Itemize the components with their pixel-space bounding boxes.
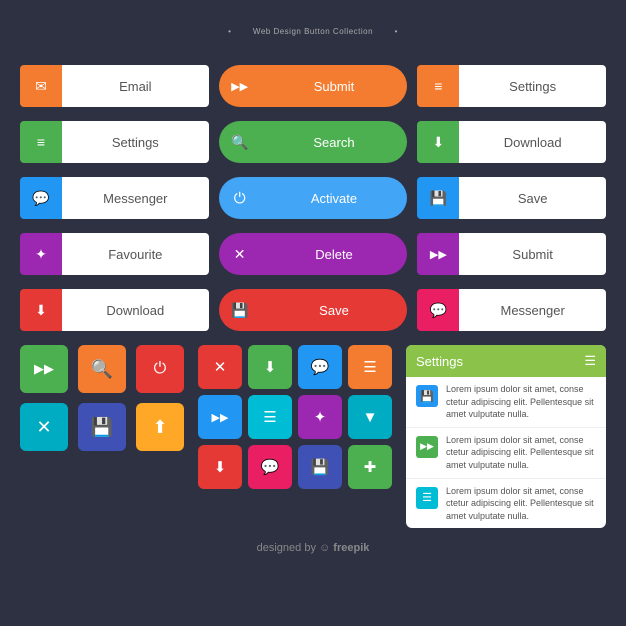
submit-button-1[interactable]: ▶▶ Submit	[219, 65, 408, 107]
mid-settings-btn[interactable]: ☰	[248, 395, 292, 439]
favourite-label: Favourite	[62, 233, 209, 275]
submit-label-1: Submit	[261, 65, 408, 107]
settings-item-1-text: Lorem ipsum dolor sit amet, conse ctetur…	[446, 383, 596, 421]
search-icon: 🔍	[219, 121, 261, 163]
settings-card-title: Settings	[416, 354, 463, 369]
footer: designed by ☺ freepik	[20, 542, 606, 554]
submit-icon-2: ▶▶	[417, 233, 459, 275]
footer-brand: freepik	[333, 542, 369, 554]
email-label: Email	[62, 65, 209, 107]
sq-save-btn[interactable]: 💾	[78, 403, 126, 451]
settings-item-3: ☰ Lorem ipsum dolor sit amet, conse ctet…	[406, 479, 606, 529]
save-button-pill[interactable]: 💾 Save	[219, 289, 408, 331]
settings-item-2-text: Lorem ipsum dolor sit amet, conse ctetur…	[446, 434, 596, 472]
mid-forward-btn[interactable]: ▶▶	[198, 395, 242, 439]
sq-forward-btn[interactable]: ▶▶	[20, 345, 68, 393]
settings-label-2: Settings	[62, 121, 209, 163]
submit-icon-1: ▶▶	[219, 65, 261, 107]
small-buttons-area: ▶▶ 🔍 ⏻ ✕ 💾 ⬆	[20, 345, 184, 528]
submit-button-2[interactable]: ▶▶ Submit	[417, 233, 606, 275]
title-dot-right: •	[395, 27, 398, 36]
messenger-label-2: Messenger	[459, 289, 606, 331]
settings-card-header: Settings ☰	[406, 345, 606, 377]
settings-item-2: ▶▶ Lorem ipsum dolor sit amet, conse cte…	[406, 428, 606, 479]
mid-close-btn[interactable]: ✕	[198, 345, 242, 389]
email-icon: ✉	[20, 65, 62, 107]
mid-chat-btn[interactable]: 💬	[298, 345, 342, 389]
mid-dl-btn[interactable]: ⬇	[198, 445, 242, 489]
activate-icon: ⏻	[219, 177, 261, 219]
download-label-1: Download	[459, 121, 606, 163]
settings-item-3-icon: ☰	[416, 487, 438, 509]
download-label-2: Download	[62, 289, 209, 331]
download-icon-2: ⬇	[20, 289, 62, 331]
mid-menu-btn[interactable]: ☰	[348, 345, 392, 389]
messenger-icon-2: 💬	[417, 289, 459, 331]
download-icon-1: ⬇	[417, 121, 459, 163]
delete-label: Delete	[261, 233, 408, 275]
activate-label: Activate	[261, 177, 408, 219]
save-label-pill: Save	[261, 289, 408, 331]
middle-icon-grid: ✕ ⬇ 💬 ☰ ▶▶ ☰ ✦ ▼ ⬇ 💬 💾 ✚	[198, 345, 392, 528]
sq-upload-btn[interactable]: ⬆	[136, 403, 184, 451]
mid-plus-btn[interactable]: ✚	[348, 445, 392, 489]
button-row-2: ≡ Settings 🔍 Search ⬇ Download	[20, 121, 606, 163]
save-label-1: Save	[459, 177, 606, 219]
title-main: Web Design Button Collection	[253, 27, 373, 36]
settings-button-2[interactable]: ≡ Settings	[20, 121, 209, 163]
settings-item-1: 💾 Lorem ipsum dolor sit amet, conse ctet…	[406, 377, 606, 428]
mid-star-btn[interactable]: ✦	[298, 395, 342, 439]
submit-label-2: Submit	[459, 233, 606, 275]
settings-item-2-icon: ▶▶	[416, 436, 438, 458]
sq-search-btn[interactable]: 🔍	[78, 345, 126, 393]
email-button[interactable]: ✉ Email	[20, 65, 209, 107]
favourite-button[interactable]: ✦ Favourite	[20, 233, 209, 275]
download-button-1[interactable]: ⬇ Download	[417, 121, 606, 163]
button-row-4: ✦ Favourite ✕ Delete ▶▶ Submit	[20, 233, 606, 275]
search-label: Search	[261, 121, 408, 163]
settings-label-1: Settings	[459, 65, 606, 107]
mid-download-btn[interactable]: ⬇	[248, 345, 292, 389]
settings-icon-2: ≡	[20, 121, 62, 163]
messenger-icon-1: 💬	[20, 177, 62, 219]
button-row-3: 💬 Messenger ⏻ Activate 💾 Save	[20, 177, 606, 219]
favourite-icon: ✦	[20, 233, 62, 275]
settings-card: Settings ☰ 💾 Lorem ipsum dolor sit amet,…	[406, 345, 606, 528]
settings-button-1[interactable]: ≡ Settings	[417, 65, 606, 107]
button-row-5: ⬇ Download 💾 Save 💬 Messenger	[20, 289, 606, 331]
button-row-1: ✉ Email ▶▶ Submit ≡ Settings	[20, 65, 606, 107]
settings-card-menu-icon[interactable]: ☰	[584, 353, 596, 369]
messenger-button-1[interactable]: 💬 Messenger	[20, 177, 209, 219]
save-icon-pill: 💾	[219, 289, 261, 331]
footer-text: designed by ☺	[257, 542, 334, 554]
search-button[interactable]: 🔍 Search	[219, 121, 408, 163]
page-title: • Web Design Button Collection •	[20, 20, 606, 41]
mid-msg-btn[interactable]: 💬	[248, 445, 292, 489]
delete-icon: ✕	[219, 233, 261, 275]
messenger-button-2[interactable]: 💬 Messenger	[417, 289, 606, 331]
save-icon-1: 💾	[417, 177, 459, 219]
delete-button[interactable]: ✕ Delete	[219, 233, 408, 275]
mid-save-btn[interactable]: 💾	[298, 445, 342, 489]
messenger-label-1: Messenger	[62, 177, 209, 219]
title-dot-left: •	[228, 27, 231, 36]
settings-icon-1: ≡	[417, 65, 459, 107]
save-button-1[interactable]: 💾 Save	[417, 177, 606, 219]
settings-item-3-text: Lorem ipsum dolor sit amet, conse ctetur…	[446, 485, 596, 523]
activate-button[interactable]: ⏻ Activate	[219, 177, 408, 219]
sq-power-btn[interactable]: ⏻	[136, 345, 184, 393]
download-button-2[interactable]: ⬇ Download	[20, 289, 209, 331]
settings-item-1-icon: 💾	[416, 385, 438, 407]
sq-close-btn[interactable]: ✕	[20, 403, 68, 451]
mid-down-btn[interactable]: ▼	[348, 395, 392, 439]
